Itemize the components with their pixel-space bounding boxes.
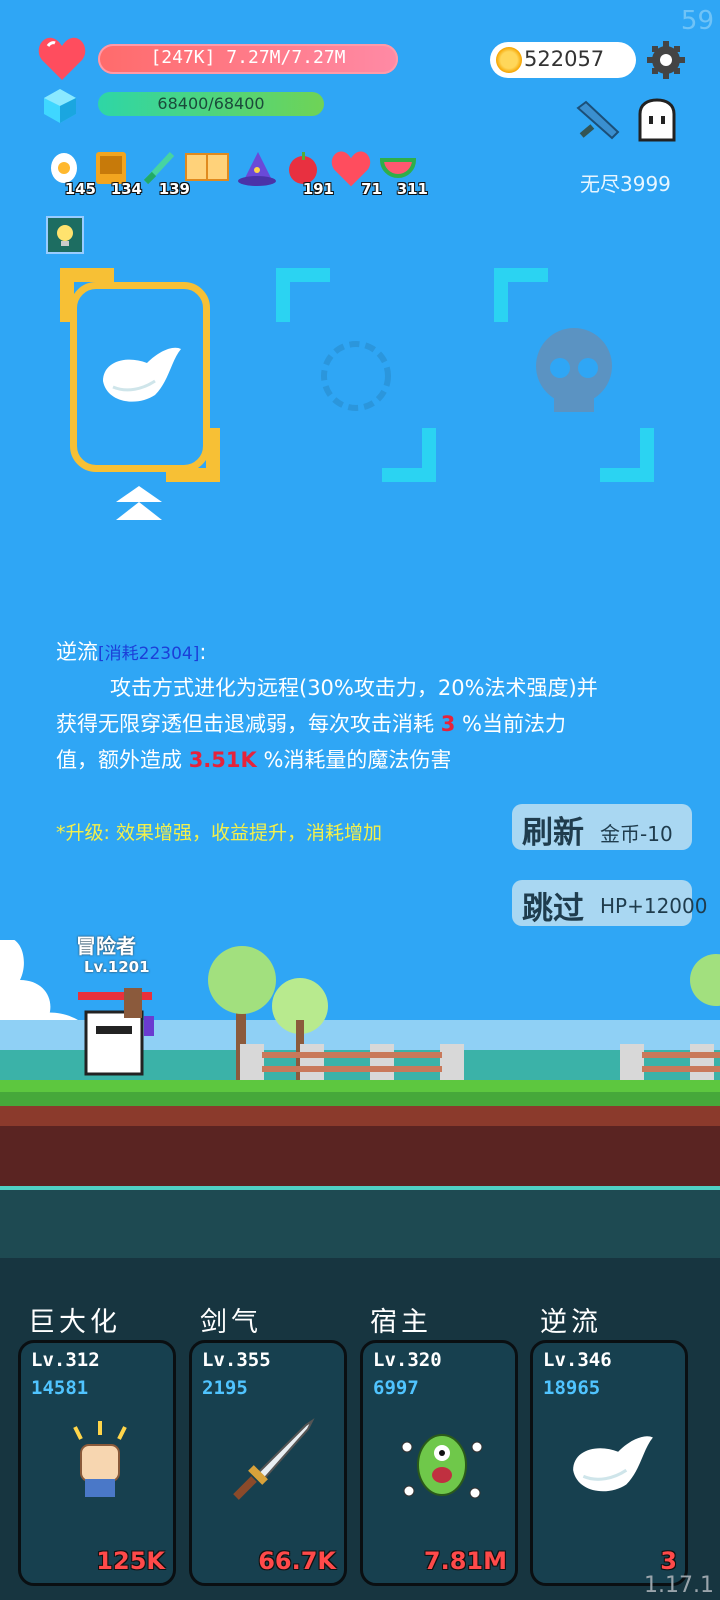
egg-icon [51, 153, 77, 183]
heart-icon [38, 37, 86, 80]
skill-card-giant[interactable]: Lv.312 14581 125K [18, 1340, 176, 1586]
skill-value: 7.81M [423, 1547, 507, 1575]
desc-line-1: 攻击方式进化为远程(30%攻击力，20%法术强度)并 [110, 676, 598, 700]
skill-name-colon: : [199, 640, 207, 664]
skill-description-title: 逆流[消耗22304]: [56, 634, 686, 672]
item-wizard-hat[interactable] [236, 150, 278, 194]
item-wand[interactable]: 139 [142, 150, 190, 198]
battle-scene [0, 940, 720, 1270]
skip-button[interactable]: 跳过 HP+12000 [512, 880, 707, 927]
skill-card-host[interactable]: Lv.320 6997 7.81M [360, 1340, 518, 1586]
desc-line-2b: %当前法力 [462, 712, 566, 736]
desc-line-3b: %消耗量的魔法伤害 [263, 748, 452, 772]
ghost-icon[interactable] [634, 98, 680, 144]
skill-card-sword-qi[interactable]: Lv.355 2195 66.7K [189, 1340, 347, 1586]
item-count: 71 [361, 180, 382, 198]
scroll-icon [185, 153, 229, 181]
skill-level: Lv.346 [543, 1349, 612, 1371]
desc-line-3a: 值，额外造成 [56, 748, 182, 772]
fps-counter: 59 [680, 6, 714, 36]
refresh-button[interactable]: 刷新 金币-10 [512, 804, 692, 851]
skill-number: 2195 [202, 1377, 248, 1399]
skill-title-2: 剑气 [200, 1307, 262, 1338]
select-arrow-icon [116, 486, 162, 520]
skill-name: 逆流 [56, 640, 98, 664]
skill-title-3: 宿主 [370, 1307, 432, 1338]
hp-text: [247K] 7.27M/7.27M [150, 47, 346, 68]
skill-value: 66.7K [258, 1547, 336, 1575]
skill-number: 18965 [543, 1377, 601, 1399]
refresh-icon [321, 341, 391, 411]
desc-line-3: 值，额外造成 3.51K %消耗量的魔法伤害 [56, 742, 686, 778]
upgrade-note: *升级: 效果增强，收益提升，消耗增加 [56, 822, 382, 844]
item-scroll[interactable] [184, 150, 232, 194]
refresh-label: 刷新 [522, 815, 584, 851]
skill-cost: [消耗22304] [98, 644, 200, 664]
coin-amount: 522057 [524, 47, 605, 71]
skill-level: Lv.355 [202, 1349, 271, 1371]
skill-title-1: 巨大化 [28, 1307, 121, 1338]
coin-counter: 522057 [490, 42, 636, 78]
wing-icon [103, 347, 181, 402]
item-count: 311 [396, 180, 428, 198]
skip-reward: HP+12000 [600, 894, 708, 918]
skill-number: 14581 [31, 1377, 89, 1399]
skill-value: 3 [660, 1547, 677, 1575]
skill-choice-skull[interactable] [494, 268, 654, 482]
player-name: 冒险者 [76, 934, 136, 958]
skill-number: 6997 [373, 1377, 419, 1399]
skip-label: 跳过 [522, 891, 584, 927]
skill-choice-wing[interactable] [70, 282, 210, 472]
refresh-cost: 金币-10 [600, 822, 673, 846]
monster-icon [401, 1434, 483, 1499]
skill-value: 125K [96, 1547, 165, 1575]
gear-icon[interactable] [646, 40, 686, 80]
skill-level: Lv.312 [31, 1349, 100, 1371]
endless-level: 无尽3999 [580, 172, 671, 196]
item-count: 134 [110, 180, 142, 198]
item-book[interactable]: 134 [94, 150, 142, 198]
skull-icon [536, 328, 612, 412]
wing-icon [573, 1436, 653, 1492]
skill-choice-refresh[interactable] [276, 268, 436, 482]
item-apple[interactable]: 191 [286, 150, 334, 198]
skill-card-counterflow[interactable]: Lv.346 18965 3 [530, 1340, 688, 1586]
player-level: Lv.1201 [84, 958, 150, 976]
desc-value-1: 3 [440, 712, 456, 736]
fist-icon [73, 1421, 127, 1497]
skill-title-4: 逆流 [540, 1307, 602, 1338]
item-heart[interactable]: 71 [330, 150, 382, 198]
item-count: 145 [64, 180, 96, 198]
desc-value-2: 3.51K [188, 748, 257, 772]
skill-level: Lv.320 [373, 1349, 442, 1371]
mana-gem-icon [44, 89, 76, 123]
sword-mode-icon[interactable] [572, 98, 624, 144]
mp-bar: 68400/68400 [98, 92, 324, 116]
mp-text: 68400/68400 [157, 94, 265, 113]
coin-icon [496, 47, 522, 73]
buff-lightbulb-icon[interactable] [46, 216, 84, 254]
version-label: 1.17.1 [644, 1573, 714, 1598]
hp-bar: [247K] 7.27M/7.27M [98, 44, 398, 74]
desc-line-2: 获得无限穿透但击退减弱，每次攻击消耗 3 %当前法力 [56, 706, 686, 742]
desc-line-2a: 获得无限穿透但击退减弱，每次攻击消耗 [56, 712, 434, 736]
sword-icon [233, 1418, 315, 1500]
wizard-hat-icon [238, 152, 276, 186]
item-watermelon[interactable]: 311 [379, 150, 428, 198]
item-egg[interactable]: 145 [48, 150, 96, 198]
